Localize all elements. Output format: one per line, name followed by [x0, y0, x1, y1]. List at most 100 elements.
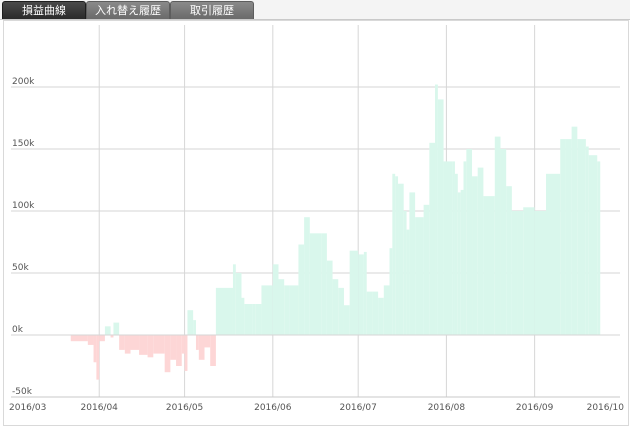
- area-segment: [298, 244, 305, 335]
- area-segment: [181, 335, 185, 354]
- area-segment: [198, 335, 205, 360]
- area-segment: [139, 335, 148, 355]
- area-segment: [466, 149, 473, 335]
- area-segment: [571, 126, 578, 336]
- x-tick-label: 2016/05: [166, 403, 203, 413]
- chart-panel: -50k 0k 50k 100k 150k 200k 2016/03 2016/04 2016/…: [3, 20, 629, 426]
- area-segment: [560, 139, 566, 335]
- area-segment: [443, 161, 453, 335]
- area-segment: [565, 139, 572, 335]
- area-segment: [215, 287, 233, 335]
- area-segment: [124, 335, 131, 354]
- area-segment: [577, 139, 584, 335]
- area-segment: [130, 335, 140, 350]
- area-segment: [585, 146, 589, 335]
- area-segment: [463, 161, 467, 335]
- y-tick-label: 0k: [12, 325, 24, 335]
- area-segment: [546, 173, 561, 335]
- area-segment: [452, 161, 455, 335]
- area-segment: [500, 149, 507, 335]
- area-segment: [583, 139, 586, 335]
- area-segment: [435, 84, 438, 335]
- tab-pnl-curve-label: 損益曲線: [22, 4, 66, 17]
- area-segment: [87, 335, 94, 345]
- area-segment: [235, 273, 242, 335]
- area-segment: [232, 264, 236, 335]
- x-tick-label: 2016/07: [339, 403, 376, 413]
- y-tick-label: 100k: [12, 201, 35, 211]
- area-segment: [597, 161, 601, 335]
- area-segment: [70, 335, 88, 342]
- area-segment: [406, 229, 410, 335]
- tab-trade-history-label: 取引履歴: [190, 4, 234, 17]
- area-segment: [398, 183, 404, 335]
- area-segment: [96, 335, 100, 380]
- pnl-chart: -50k 0k 50k 100k 150k 200k 2016/03 2016/04 2016/…: [9, 25, 625, 413]
- area-segment: [392, 173, 396, 335]
- area-segment: [210, 335, 216, 366]
- x-tick-label: 2016/06: [254, 403, 292, 413]
- area-segment: [409, 192, 416, 335]
- y-tick-label: 150k: [12, 139, 35, 149]
- tab-rebalance-history-label: 入れ替え履歴: [95, 4, 161, 17]
- area-segment: [326, 260, 333, 335]
- area-segment: [304, 217, 310, 335]
- area-segment: [588, 155, 598, 335]
- area-segment: [321, 233, 327, 335]
- x-tick-label: 2016/08: [428, 403, 466, 413]
- area-segment: [349, 250, 359, 335]
- area-segment: [363, 251, 367, 335]
- area-segment: [93, 335, 97, 363]
- area-segment: [372, 291, 379, 335]
- area-segment: [483, 196, 495, 335]
- y-tick-label: -50k: [12, 387, 33, 397]
- x-tick-label: 2016/03: [9, 403, 46, 413]
- area-segment: [534, 211, 547, 335]
- x-tick-label: 2016/09: [516, 403, 554, 413]
- tab-rebalance-history[interactable]: 入れ替え履歴: [86, 1, 170, 19]
- y-tick-label: 200k: [12, 77, 35, 87]
- area-segment: [289, 285, 299, 335]
- area-segment: [460, 189, 464, 335]
- area-segment: [506, 186, 512, 335]
- area-segment: [517, 211, 524, 335]
- area-segment: [378, 297, 384, 335]
- tab-bar: 損益曲線 入れ替え履歴 取引履歴: [0, 0, 630, 20]
- area-segment: [477, 167, 484, 335]
- area-segment: [494, 136, 501, 335]
- x-tick-label: 2016/04: [81, 403, 119, 413]
- area-segment: [454, 173, 458, 335]
- tab-pnl-curve[interactable]: 損益曲線: [2, 1, 86, 19]
- area-segment: [338, 287, 344, 335]
- area-segment: [99, 335, 105, 342]
- area-segment: [147, 335, 154, 358]
- area-segment: [278, 279, 285, 335]
- area-segment: [389, 248, 393, 335]
- area-segment: [170, 335, 177, 360]
- area-segment: [423, 204, 430, 335]
- area-segment: [195, 335, 199, 350]
- area-segment: [358, 254, 364, 335]
- area-segment: [272, 264, 279, 335]
- tab-trade-history[interactable]: 取引履歴: [170, 1, 254, 19]
- area-segment: [153, 335, 165, 354]
- area-segment: [204, 335, 211, 348]
- area-segment: [429, 142, 436, 335]
- area-segment: [255, 304, 262, 335]
- area-segment: [164, 335, 171, 373]
- area-segment: [472, 176, 478, 335]
- area-segment: [457, 192, 461, 335]
- area-segment: [241, 297, 245, 335]
- area-segment: [395, 176, 399, 335]
- area-segment: [284, 285, 290, 335]
- area-segment: [511, 211, 518, 335]
- y-tick-label: 50k: [12, 263, 29, 273]
- area-segment: [415, 217, 424, 335]
- area-segment: [252, 304, 256, 335]
- area-segment: [261, 285, 273, 335]
- area-segment: [366, 291, 373, 335]
- area-segment: [437, 99, 444, 336]
- x-tick-label: 2016/10: [587, 403, 625, 413]
- area-segment: [187, 310, 194, 335]
- area-segment: [309, 233, 322, 335]
